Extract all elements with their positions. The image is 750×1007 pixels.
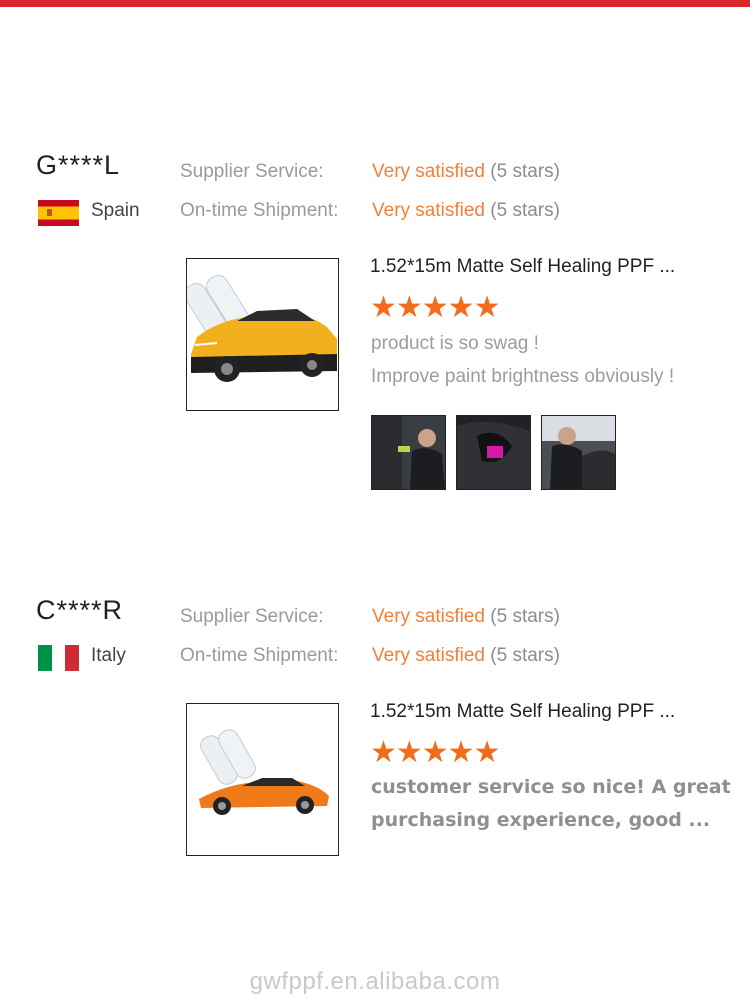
shipment-label: On-time Shipment: <box>180 200 339 221</box>
reviewer-country: Italy <box>91 645 126 666</box>
reviewer-country: Spain <box>91 200 140 221</box>
supplier-service-label: Supplier Service: <box>180 161 324 182</box>
review-card: C****R Italy Supplier Service: Very sati… <box>0 595 750 935</box>
shipment-stars: (5 stars) <box>490 200 560 221</box>
reviewer-name: C****R <box>36 595 124 625</box>
supplier-service-rating: Very satisfied <box>372 161 485 182</box>
review-card: G****L Spain Supplier Service: Very sati… <box>0 150 750 490</box>
store-url[interactable]: gwfppf.en.alibaba.com <box>0 968 750 996</box>
spain-flag-icon <box>38 200 79 226</box>
supplier-service-value: Very satisfied (5 stars) <box>372 161 560 183</box>
review-comment-line-2: Improve paint brightness obviously ! <box>371 366 675 387</box>
reviewer-name: G****L <box>36 150 121 180</box>
review-photo[interactable] <box>541 415 616 490</box>
top-accent-bar <box>0 0 750 7</box>
product-name[interactable]: 1.52*15m Matte Self Healing PPF ... <box>370 701 675 723</box>
review-comment-line-2: purchasing experience, good ... <box>371 809 711 831</box>
product-image[interactable] <box>186 703 339 856</box>
review-photo[interactable] <box>456 415 531 490</box>
shipment-rating: Very satisfied <box>372 200 485 221</box>
supplier-service-value: Very satisfied (5 stars) <box>372 606 560 628</box>
supplier-service-stars: (5 stars) <box>490 606 560 627</box>
shipment-rating: Very satisfied <box>372 645 485 666</box>
shipment-stars: (5 stars) <box>490 645 560 666</box>
review-comment-line-1: customer service so nice! A great <box>371 776 731 798</box>
star-rating: ★★★★★ <box>370 736 500 769</box>
product-name[interactable]: 1.52*15m Matte Self Healing PPF ... <box>370 256 675 278</box>
review-photo[interactable] <box>371 415 446 490</box>
italy-flag-icon <box>38 645 79 671</box>
shipment-value: Very satisfied (5 stars) <box>372 645 560 667</box>
star-rating: ★★★★★ <box>370 291 500 324</box>
supplier-service-rating: Very satisfied <box>372 606 485 627</box>
shipment-label: On-time Shipment: <box>180 645 339 666</box>
supplier-service-label: Supplier Service: <box>180 606 324 627</box>
product-image[interactable] <box>186 258 339 411</box>
supplier-service-stars: (5 stars) <box>490 161 560 182</box>
shipment-value: Very satisfied (5 stars) <box>372 200 560 222</box>
review-comment-line-1: product is so swag ! <box>371 333 539 354</box>
